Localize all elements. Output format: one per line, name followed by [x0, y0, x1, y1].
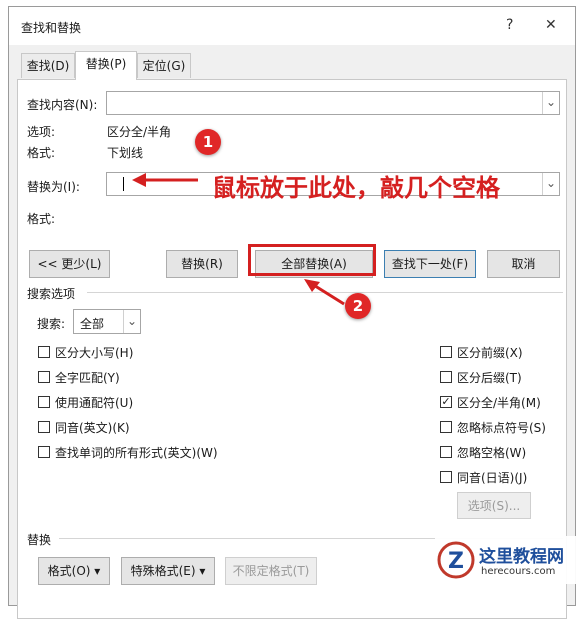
match-width-label: 区分全/半角(M) — [457, 396, 541, 410]
find-next-button[interactable]: 查找下一处(F) — [384, 250, 476, 278]
match-case-label: 区分大小写(H) — [55, 346, 134, 360]
highlight-box — [248, 244, 376, 276]
match-prefix-label: 区分前缀(X) — [457, 346, 523, 360]
find-input[interactable]: ⌄ — [106, 91, 560, 115]
dialog-title: 查找和替换 — [21, 21, 82, 35]
chevron-down-icon[interactable]: ⌄ — [123, 310, 140, 333]
find-label: 查找内容(N): — [27, 98, 98, 112]
replace-dropdown-chevron-icon[interactable]: ⌄ — [542, 173, 559, 195]
wildcards-checkbox[interactable] — [38, 396, 50, 408]
whole-word-label: 全字匹配(Y) — [55, 371, 120, 385]
wildcards-label: 使用通配符(U) — [55, 396, 134, 410]
ignore-punctuation-checkbox[interactable] — [440, 421, 452, 433]
special-format-button[interactable]: 特殊格式(E) ▾ — [121, 557, 215, 585]
options-value: 区分全/半角 — [107, 125, 172, 139]
options-button[interactable]: 选项(S)... — [457, 492, 531, 519]
search-scope-value: 全部 — [80, 317, 105, 331]
options-label: 选项: — [27, 125, 56, 139]
step-badge-1: 1 — [195, 129, 221, 155]
tab-find[interactable]: 查找(D) — [21, 53, 75, 78]
search-scope-select[interactable]: 全部 ⌄ — [73, 309, 141, 334]
sounds-like-japanese-checkbox[interactable] — [440, 471, 452, 483]
search-scope-label: 搜索: — [37, 317, 66, 331]
format-button[interactable]: 格式(O) ▾ — [38, 557, 110, 585]
title-bar: 查找和替换 ? ✕ — [9, 7, 575, 45]
find-replace-dialog: 查找和替换 ? ✕ 查找(D) 替换(P) 定位(G) 查找内容(N): ⌄ 选… — [8, 6, 576, 619]
search-options-heading: 搜索选项 — [27, 287, 76, 301]
ignore-space-label: 忽略空格(W) — [457, 446, 527, 460]
watermark-text: 这里教程网 — [479, 547, 564, 567]
svg-text:Z: Z — [448, 549, 464, 574]
no-formatting-button[interactable]: 不限定格式(T) — [225, 557, 317, 585]
help-button[interactable]: ? — [506, 17, 513, 33]
sounds-like-label: 同音(英文)(K) — [55, 421, 130, 435]
text-cursor — [123, 177, 124, 191]
less-button[interactable]: << 更少(L) — [29, 250, 110, 278]
find-dropdown-chevron-icon[interactable]: ⌄ — [542, 92, 559, 114]
replace-format-label: 格式: — [27, 212, 56, 226]
match-prefix-checkbox[interactable] — [440, 346, 452, 358]
match-suffix-checkbox[interactable] — [440, 371, 452, 383]
red-arrow-left-icon — [132, 173, 198, 187]
match-suffix-label: 区分后缀(T) — [457, 371, 522, 385]
instruction-text: 鼠标放于此处，敲几个空格 — [212, 174, 500, 202]
red-arrow-up-icon — [304, 279, 345, 306]
word-forms-label: 查找单词的所有形式(英文)(W) — [55, 446, 218, 460]
find-format-value: 下划线 — [107, 146, 144, 160]
watermark-logo-icon: Z — [437, 541, 475, 579]
whole-word-checkbox[interactable] — [38, 371, 50, 383]
tab-replace[interactable]: 替换(P) — [75, 51, 137, 80]
match-width-checkbox[interactable]: ✓ — [440, 396, 452, 408]
match-case-checkbox[interactable] — [38, 346, 50, 358]
sounds-like-japanese-label: 同音(日语)(J) — [457, 471, 528, 485]
tab-goto[interactable]: 定位(G) — [137, 53, 191, 78]
watermark: Z 这里教程网 herecours.com — [435, 536, 583, 584]
watermark-url: herecours.com — [481, 566, 556, 577]
ignore-punctuation-label: 忽略标点符号(S) — [457, 421, 546, 435]
cancel-button[interactable]: 取消 — [487, 250, 560, 278]
word-forms-checkbox[interactable] — [38, 446, 50, 458]
step-badge-2: 2 — [345, 293, 371, 319]
find-format-label: 格式: — [27, 146, 56, 160]
sounds-like-checkbox[interactable] — [38, 421, 50, 433]
replace-label: 替换为(I): — [27, 180, 80, 194]
checkmark-icon: ✓ — [441, 395, 451, 408]
replace-button[interactable]: 替换(R) — [166, 250, 238, 278]
close-button[interactable]: ✕ — [545, 17, 557, 33]
ignore-space-checkbox[interactable] — [440, 446, 452, 458]
replace-group-heading: 替换 — [27, 533, 52, 547]
